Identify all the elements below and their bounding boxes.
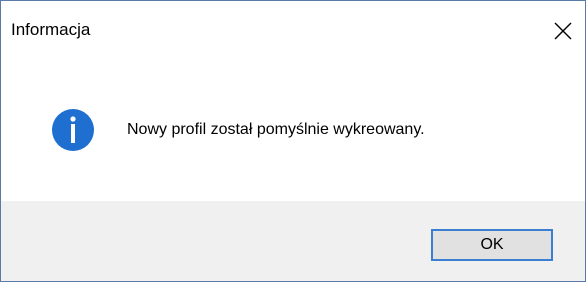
dialog-content: Nowy profil został pomyślnie wykreowany.	[1, 61, 585, 201]
close-icon	[554, 22, 572, 40]
info-icon	[52, 109, 94, 151]
button-bar: OK	[1, 201, 585, 281]
message-text: Nowy profil został pomyślnie wykreowany.	[127, 121, 425, 138]
message-dialog: Informacja Nowy profil został pomyślnie …	[0, 0, 586, 282]
ok-button[interactable]: OK	[431, 229, 553, 261]
ok-button-label: OK	[480, 236, 504, 253]
title-bar: Informacja	[1, 1, 585, 61]
window-title: Informacja	[11, 20, 91, 39]
close-button[interactable]	[545, 13, 581, 49]
